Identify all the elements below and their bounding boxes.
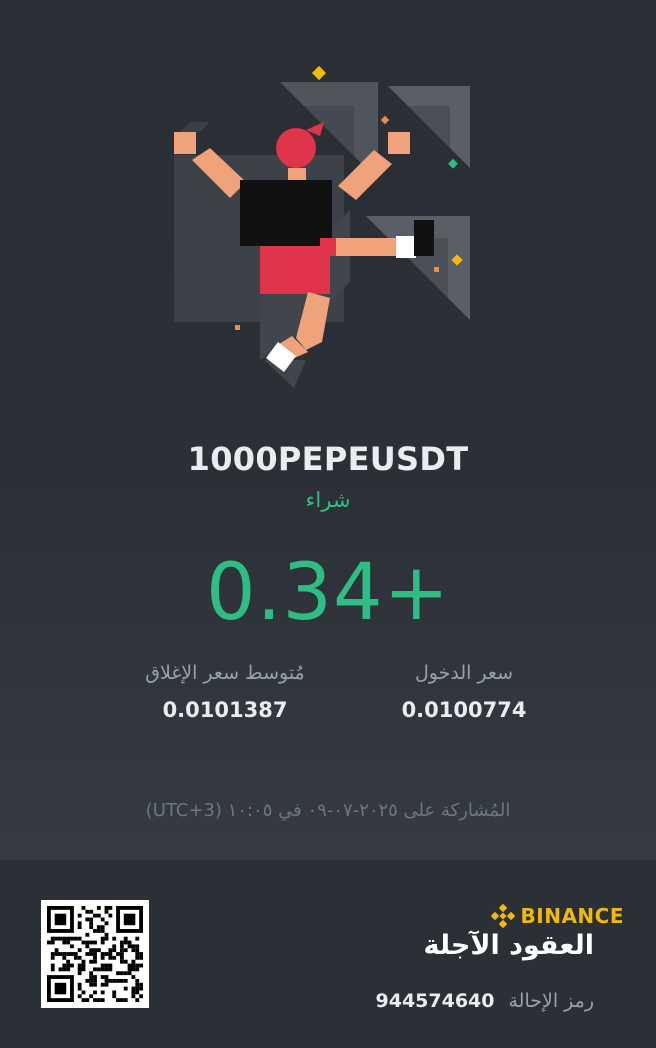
referral-code[interactable]: 944574640 — [376, 990, 495, 1012]
entry-price-block: سعر الدخول 0.0100774 — [344, 662, 584, 722]
shared-timestamp: المُشاركة على ٢٠٢٥-٠٧-٠٩ في ١٠:٠٥ (UTC+3… — [145, 800, 511, 821]
referral-row: 944574640 رمز الإحالة — [376, 990, 594, 1012]
referral-label: رمز الإحالة — [508, 990, 595, 1012]
close-price-block: مُتوسط سعر الإغلاق 0.0101387 — [105, 662, 345, 722]
trader-illustration — [174, 65, 470, 388]
share-card: 1000PEPEUSDT شراء 0.34+ سعر الدخول 0.010… — [0, 0, 656, 860]
product-name: العقود الآجلة — [423, 930, 594, 961]
position-side: شراء — [305, 488, 351, 512]
qr-code[interactable] — [41, 900, 149, 1008]
entry-price-value: 0.0100774 — [401, 698, 527, 722]
pnl-value: 0.34+ — [205, 548, 451, 638]
binance-logo: BINANCE — [490, 904, 624, 928]
binance-icon — [490, 904, 515, 928]
close-price-label: مُتوسط سعر الإغلاق — [145, 662, 305, 684]
footer: BINANCE العقود الآجلة 944574640 رمز الإح… — [0, 860, 656, 1048]
symbol-title: 1000PEPEUSDT — [187, 440, 469, 478]
entry-price-label: سعر الدخول — [414, 662, 513, 684]
brand-name: BINANCE — [520, 904, 624, 928]
close-price-value: 0.0101387 — [162, 698, 288, 722]
